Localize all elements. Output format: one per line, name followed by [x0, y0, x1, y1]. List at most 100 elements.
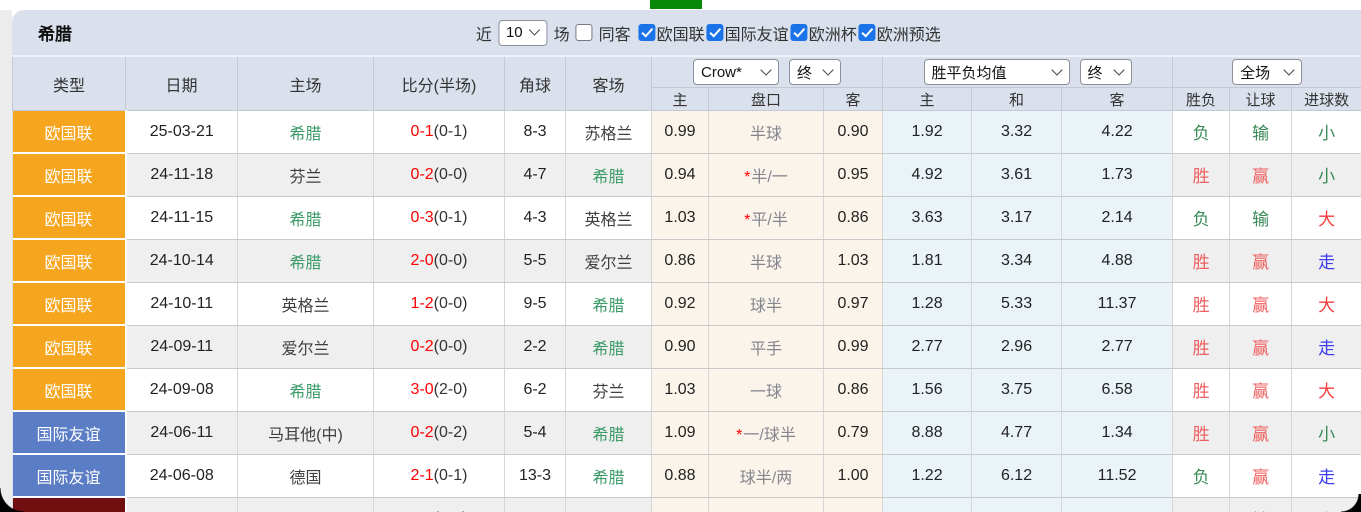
corner-cell: 6-2 [505, 368, 566, 411]
away-team-cell: 芬兰 [566, 368, 652, 411]
live-handicap-star: * [744, 212, 750, 229]
away-team-cell: 苏格兰 [566, 111, 652, 154]
match-row: 国际友谊24-06-08德国2-1(0-1)13-3希腊0.88球半/两1.00… [13, 454, 1361, 497]
handicap-odds-away-cell: 0.99 [824, 325, 883, 368]
filter-checkbox[interactable] [791, 24, 808, 41]
match-row: 欧国联24-09-11爱尔兰0-2(0-0)2-2希腊0.90平手0.992.7… [13, 325, 1361, 368]
scope-select[interactable]: 全场 [1232, 59, 1302, 85]
col-type: 类型 [13, 56, 126, 111]
avg-draw-cell: 3.61 [972, 153, 1062, 196]
avg-draw-cell: 6.12 [972, 454, 1062, 497]
handicap-odds-home-cell: 0.88 [652, 454, 709, 497]
col-sub-avg-draw: 和 [972, 88, 1062, 111]
halftime-score: (0-1) [434, 123, 468, 140]
avg-draw-cell: 5.33 [972, 282, 1062, 325]
halftime-score: (0-1) [434, 467, 468, 484]
result-wdl-cell: 负 [1173, 454, 1230, 497]
result-goals-cell: 大 [1292, 282, 1361, 325]
result-wdl-cell: 胜 [1173, 325, 1230, 368]
table-body: 欧国联25-03-21希腊0-1(0-1)8-3苏格兰0.99半球0.901.9… [13, 111, 1361, 512]
match-date-cell: 24-09-08 [126, 368, 238, 411]
match-row: 欧国联24-11-18芬兰0-2(0-0)4-7希腊0.94*半/一0.954.… [13, 153, 1361, 196]
filter-checkbox[interactable] [639, 24, 656, 41]
chevron-down-icon [1283, 64, 1294, 75]
matches-label: 场 [554, 21, 570, 45]
score-cell: 2-0(0-0) [374, 239, 505, 282]
col-away: 客场 [566, 56, 652, 111]
match-row: 欧国联24-10-14希腊2-0(0-0)5-5爱尔兰0.86半球1.031.8… [13, 239, 1361, 282]
avg-away-cell: 1.73 [1062, 153, 1173, 196]
avg-away-cell: 2.77 [1062, 325, 1173, 368]
bookmaker-select[interactable]: Crow* [693, 59, 779, 85]
result-goals-cell: 小 [1292, 111, 1361, 154]
handicap-odds-away-cell: 1.12 [824, 497, 883, 512]
filter-checkbox[interactable] [859, 24, 876, 41]
result-handicap-cell: 赢 [1230, 411, 1292, 454]
home-team-cell: 芬兰 [238, 153, 374, 196]
handicap-stage-select[interactable]: 终 [789, 59, 841, 85]
result-handicap-cell: 赢 [1230, 368, 1292, 411]
fulltime-score: 0-1 [411, 123, 434, 140]
avg-stage-select[interactable]: 终 [1080, 59, 1132, 85]
competition-badge: 国际友谊 [13, 454, 126, 497]
handicap-odds-home-cell: 0.90 [652, 325, 709, 368]
recent-label: 近 [476, 21, 492, 45]
match-row: 欧洲杯24-03-27格鲁吉亚0-0(0-0)2-6希腊0.79*平/半1.12… [13, 497, 1361, 512]
filter-label: 欧洲杯 [809, 21, 857, 45]
avg-draw-cell: 3.75 [972, 368, 1062, 411]
corner-cell: 2-2 [505, 325, 566, 368]
recent-count-select[interactable]: 10 [498, 20, 548, 46]
fulltime-score: 3-0 [411, 381, 434, 398]
match-row: 欧国联24-10-11英格兰1-2(0-0)9-5希腊0.92球半0.971.2… [13, 282, 1361, 325]
handicap-odds-away-cell: 1.03 [824, 239, 883, 282]
col-sub-away-odds: 客 [824, 88, 883, 111]
avg-home-cell: 2.77 [883, 325, 972, 368]
fulltime-score: 0-2 [411, 338, 434, 355]
match-date-cell: 24-03-27 [126, 497, 238, 512]
handicap-line-cell: 半球 [709, 111, 824, 154]
active-tab-fragment[interactable] [650, 0, 702, 9]
home-team-cell: 希腊 [238, 196, 374, 239]
toolbar: 希腊 近 10 场 同客 欧国联国际友谊欧洲杯欧洲预选 [12, 10, 1361, 55]
avg-away-cell: 11.52 [1062, 454, 1173, 497]
screen: 希腊 近 10 场 同客 欧国联国际友谊欧洲杯欧洲预选 [0, 0, 1361, 512]
filter-checkboxes: 欧国联国际友谊欧洲杯欧洲预选 [637, 21, 941, 45]
chevron-down-icon [1113, 64, 1124, 75]
handicap-odds-away-cell: 1.00 [824, 454, 883, 497]
avg-away-cell: 1.34 [1062, 411, 1173, 454]
same-away-checkbox[interactable] [576, 24, 593, 41]
score-cell: 1-2(0-0) [374, 282, 505, 325]
corner-cell: 4-3 [505, 196, 566, 239]
halftime-score: (0-0) [434, 252, 468, 269]
col-sub-home-odds: 主 [652, 88, 709, 111]
avg-home-cell: 3.63 [883, 196, 972, 239]
away-team-cell: 希腊 [566, 454, 652, 497]
handicap-line-cell: 一球 [709, 368, 824, 411]
handicap-line: 半球 [750, 126, 782, 143]
handicap-odds-away-cell: 0.95 [824, 153, 883, 196]
result-wdl-cell: 胜 [1173, 368, 1230, 411]
competition-badge: 国际友谊 [13, 411, 126, 454]
away-team-cell: 希腊 [566, 325, 652, 368]
home-team-cell: 格鲁吉亚 [238, 497, 374, 512]
score-cell: 0-0(0-0) [374, 497, 505, 512]
chevron-down-icon [1051, 64, 1062, 75]
corner-cell: 13-3 [505, 454, 566, 497]
handicap-odds-away-cell: 0.79 [824, 411, 883, 454]
col-sub-handicap: 盘口 [709, 88, 824, 111]
handicap-line-cell: 半球 [709, 239, 824, 282]
match-date-cell: 24-10-14 [126, 239, 238, 282]
result-goals-cell: 大 [1292, 368, 1361, 411]
avg-home-cell: 1.22 [883, 454, 972, 497]
match-row: 欧国联24-09-08希腊3-0(2-0)6-2芬兰1.03一球0.861.56… [13, 368, 1361, 411]
result-wdl-cell: 胜 [1173, 153, 1230, 196]
result-handicap-cell: 赢 [1230, 454, 1292, 497]
corner-cell: 2-6 [505, 497, 566, 512]
halftime-score: (2-0) [434, 381, 468, 398]
handicap-odds-home-cell: 0.99 [652, 111, 709, 154]
handicap-odds-away-cell: 0.90 [824, 111, 883, 154]
avg-odds-select[interactable]: 胜平负均值 [924, 59, 1070, 85]
handicap-line: 半球 [750, 255, 782, 272]
filter-checkbox[interactable] [707, 24, 724, 41]
handicap-line: 一球 [750, 384, 782, 401]
